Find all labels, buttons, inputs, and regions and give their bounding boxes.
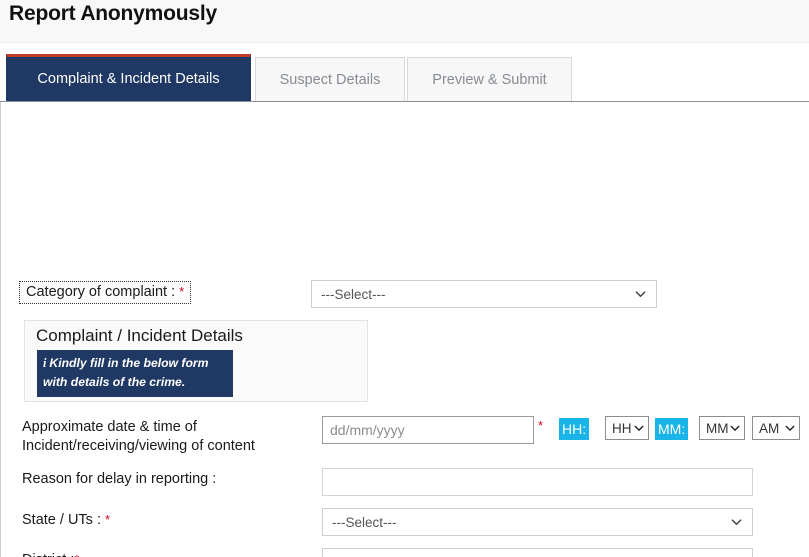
chevron-down-icon [635,291,646,298]
note-line-1: Kindly fill in the below form [49,356,209,370]
chevron-down-icon [785,425,795,431]
select-value: HH [612,420,632,436]
am-pm-select[interactable]: AM [752,416,800,440]
hh-label: HH: [559,418,590,440]
label-text: District : [22,552,74,557]
hour-select[interactable]: HH [605,416,649,440]
category-label-text: Category of complaint : [26,284,176,300]
incident-date-input[interactable]: dd/mm/yyyy [322,416,534,444]
reason-for-delay-label: Reason for delay in reporting : [22,471,217,487]
date-placeholder: dd/mm/yyyy [330,422,405,438]
tab-label: Suspect Details [279,71,381,88]
district-label: District :* [22,550,79,557]
reason-for-delay-input[interactable] [322,468,753,496]
state-uts-select[interactable]: ---Select--- [322,508,753,536]
tab-strip: Complaint & Incident Details Suspect Det… [0,54,809,102]
tab-label: Preview & Submit [432,71,547,88]
select-value: ---Select--- [332,514,397,530]
select-value: MM [706,420,729,436]
category-of-complaint-select[interactable]: ---Select--- [311,280,657,308]
chevron-down-icon [634,425,644,431]
form-content-area: Category of complaint : * ---Select--- C… [0,102,809,557]
approximate-date-time-label: Approximate date & time of Incident/rece… [22,418,255,456]
label-line-2: Incident/receiving/viewing of content [22,438,255,454]
required-asterisk: * [179,284,185,299]
minute-select[interactable]: MM [699,416,745,440]
tab-preview-submit[interactable]: Preview & Submit [407,57,572,101]
report-anonymously-page: Report Anonymously Complaint & Incident … [0,0,809,557]
category-of-complaint-label: Category of complaint : * [19,281,192,304]
note-line-2: with details of the crime. [43,375,186,389]
required-asterisk: * [105,512,111,527]
info-i-icon: i [43,356,47,370]
required-asterisk: * [538,418,544,433]
details-panel-title: Complaint / Incident Details [36,326,243,345]
district-select[interactable]: --Select-- [322,548,753,557]
tab-label: Complaint & Incident Details [37,71,220,87]
page-title: Report Anonymously [9,2,217,25]
chevron-down-icon [731,519,742,526]
select-value: ---Select--- [321,286,386,302]
tab-complaint-incident-details[interactable]: Complaint & Incident Details [6,54,251,101]
required-asterisk: * [74,552,79,557]
tab-suspect-details[interactable]: Suspect Details [255,57,405,101]
chevron-down-icon [730,425,740,431]
complaint-incident-details-panel: Complaint / Incident Details i Kindly fil… [24,320,368,402]
state-uts-label: State / UTs : * [22,510,110,530]
details-info-note: i Kindly fill in the below form with deta… [37,350,233,397]
select-value: AM [759,420,780,436]
label-text: State / UTs : [22,512,101,528]
label-line-1: Approximate date & time of [22,419,197,435]
mm-label: MM: [655,418,689,440]
